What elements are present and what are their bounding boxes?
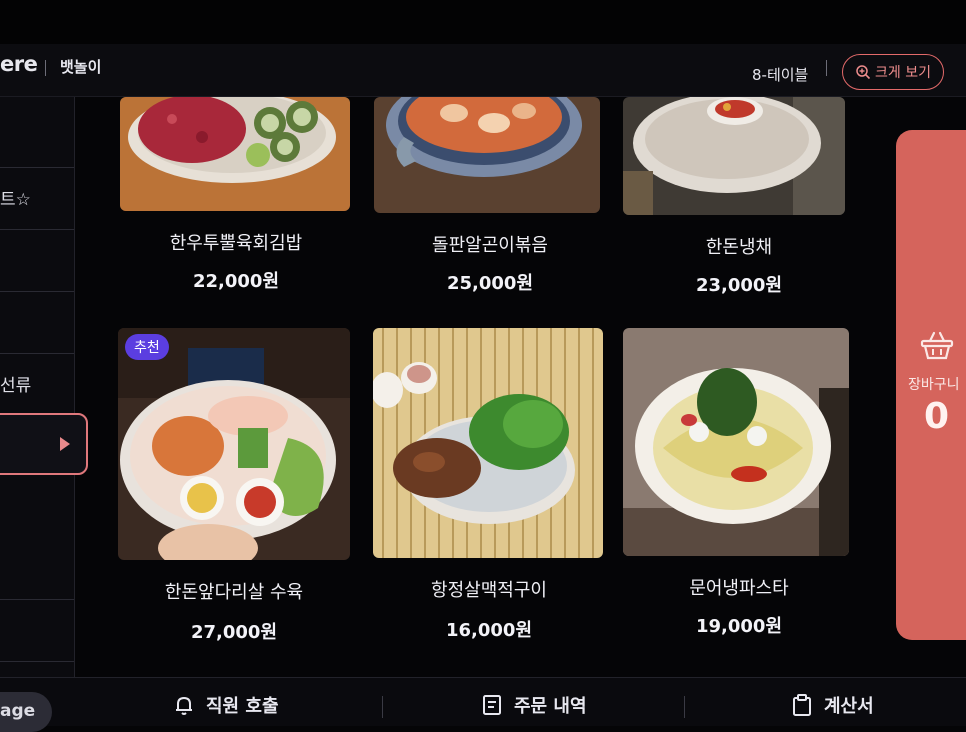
bottom-toolbar: age 직원 호출 주문 내역 계산서	[0, 677, 966, 732]
menu-item-name: 돌판알곤이볶음	[432, 235, 548, 256]
sidebar-item[interactable]: 선류	[0, 353, 74, 414]
menu-item-price: 27,000원	[190, 622, 278, 643]
menu-item-photo	[373, 328, 603, 558]
header-divider	[45, 60, 46, 76]
sidebar-item[interactable]	[0, 537, 74, 600]
cart-panel[interactable]: 장바구니 0	[896, 130, 966, 640]
menu-item-photo	[374, 97, 600, 213]
order-history-button[interactable]: 주문 내역	[480, 692, 587, 718]
sidebar-item[interactable]	[0, 229, 74, 292]
category-sidebar: 트☆ 선류	[0, 97, 75, 677]
menu-item-price: 16,000원	[445, 620, 533, 641]
menu-item-name: 문어냉파스타	[689, 578, 789, 599]
table-name: 8-테이블	[752, 66, 809, 84]
menu-item-photo	[120, 97, 350, 211]
menu-item-name: 한우투뿔육회김밥	[169, 233, 303, 254]
sidebar-item[interactable]	[0, 97, 74, 168]
toolbar-divider	[382, 696, 383, 718]
cart-label: 장바구니	[908, 377, 960, 393]
chevron-right-icon	[60, 437, 70, 451]
sidebar-item[interactable]	[0, 599, 74, 662]
sidebar-item-label: 선류	[0, 376, 32, 396]
sidebar-item[interactable]	[0, 291, 74, 354]
menu-item-name: 한돈앞다리살 수육	[164, 582, 304, 603]
menu-item-price: 25,000원	[446, 273, 534, 294]
zoom-in-button[interactable]: 크게 보기	[842, 54, 944, 90]
call-staff-button[interactable]: 직원 호출	[172, 692, 279, 718]
menu-item-price: 22,000원	[192, 271, 280, 292]
page-label: age	[0, 701, 36, 721]
recommended-badge: 추천	[125, 334, 169, 360]
bill-button[interactable]: 계산서	[790, 692, 874, 718]
bell-icon	[176, 696, 192, 715]
sidebar-item[interactable]: 트☆	[0, 167, 74, 230]
zoom-in-label: 크게 보기	[875, 65, 931, 81]
brand-logo: ere	[0, 52, 38, 76]
basket-icon	[920, 331, 954, 360]
menu-item-photo	[623, 97, 845, 215]
menu-item-name: 한돈냉채	[705, 237, 773, 258]
clipboard-icon	[793, 694, 811, 716]
order-history-label: 주문 내역	[514, 696, 587, 717]
receipt-icon	[483, 695, 501, 715]
store-name: 뱃놀이	[60, 58, 102, 76]
menu-item-price: 19,000원	[695, 616, 783, 637]
menu-grid: 한우투뿔육회김밥 22,000원 돌판알곤이볶음 25,000원 한돈냉채 23…	[75, 97, 895, 677]
top-header: ere 뱃놀이 8-테이블 크게 보기	[0, 44, 966, 97]
menu-item-photo	[118, 328, 350, 560]
toolbar-divider	[684, 696, 685, 718]
menu-item-photo	[623, 328, 849, 556]
menu-item-name: 항정살맥적구이	[431, 580, 547, 601]
page-button[interactable]: age	[0, 692, 52, 732]
bill-label: 계산서	[824, 696, 874, 717]
call-staff-label: 직원 호출	[206, 696, 279, 717]
cart-count: 0	[924, 396, 950, 437]
zoom-in-icon	[856, 65, 871, 80]
sidebar-item-label: 트☆	[0, 190, 31, 210]
header-divider	[826, 60, 827, 76]
screen-bezel	[0, 0, 966, 44]
menu-item-price: 23,000원	[695, 275, 783, 296]
